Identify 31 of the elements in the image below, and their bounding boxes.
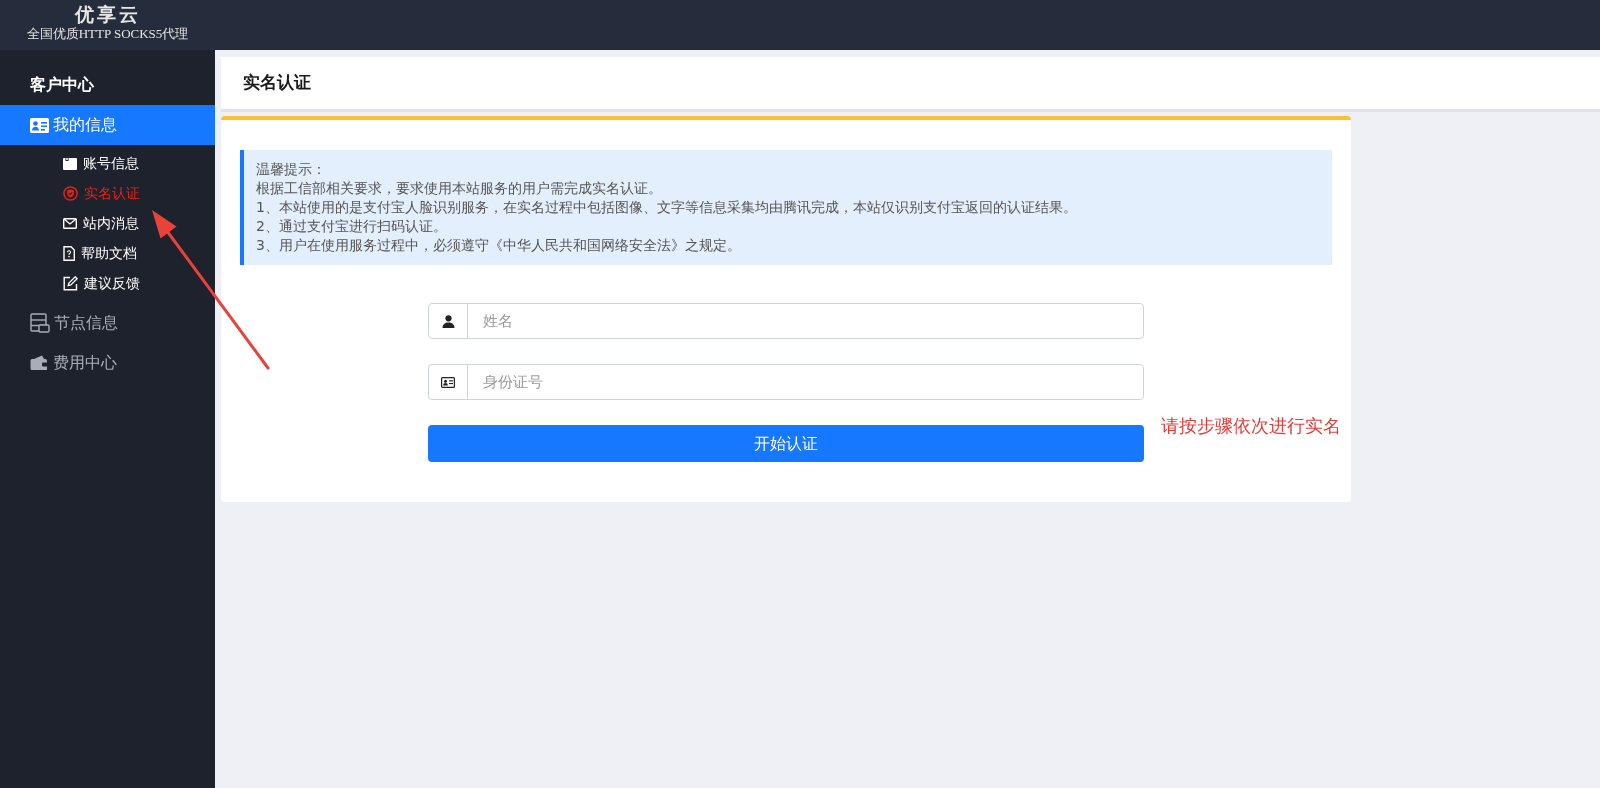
sidebar-subitem[interactable]: 建议反馈 — [0, 268, 215, 298]
server-icon — [30, 313, 50, 333]
page-title: 实名认证 — [243, 71, 311, 95]
sidebar-subitem[interactable]: 账号信息 — [0, 148, 215, 178]
annotation-text: 请按步骤依次进行实名 — [1161, 414, 1341, 438]
start-verification-button[interactable]: 开始认证 — [428, 425, 1144, 462]
sidebar-item[interactable]: 节点信息 — [0, 303, 215, 343]
id-card-icon — [441, 376, 455, 388]
sidebar-subitem[interactable]: 站内消息 — [0, 208, 215, 238]
wallet-icon — [30, 355, 49, 371]
envelope-icon — [63, 217, 77, 229]
notice-title: 温馨提示： — [256, 160, 327, 179]
notice-line: 2、通过支付宝进行扫码认证。 — [256, 217, 448, 236]
person-icon — [441, 314, 455, 328]
shield-icon — [63, 185, 78, 201]
sidebar-subitem[interactable]: 实名认证 — [0, 178, 215, 208]
sidebar-item[interactable]: 我的信息 — [0, 105, 215, 145]
notice-line: 3、用户在使用服务过程中，必须遵守《中华人民共和国网络安全法》之规定。 — [256, 236, 742, 255]
input-field[interactable]: 身份证号 — [428, 364, 1144, 400]
sidebar-heading: 客户中心 — [30, 75, 94, 95]
document-icon — [63, 245, 75, 261]
sidebar-item[interactable]: 费用中心 — [0, 343, 215, 383]
card-icon — [63, 156, 77, 170]
notice-line: 1、本站使用的是支付宝人脸识别服务，在实名过程中包括图像、文字等信息采集均由腾讯完成，本站仅识别支付宝返回的认证结果。 — [256, 198, 1078, 217]
logo-subtitle: 全国优质HTTP SOCKS5代理 — [26, 26, 189, 42]
notice-line: 根据工信部相关要求，要求使用本站服务的用户需完成实名认证。 — [256, 179, 663, 198]
edit-icon — [63, 275, 78, 291]
logo-title: 优享云 — [74, 3, 141, 26]
sidebar-subitem[interactable]: 帮助文档 — [0, 238, 215, 268]
input-field[interactable]: 姓名 — [428, 303, 1144, 339]
id-card-icon — [30, 117, 49, 133]
